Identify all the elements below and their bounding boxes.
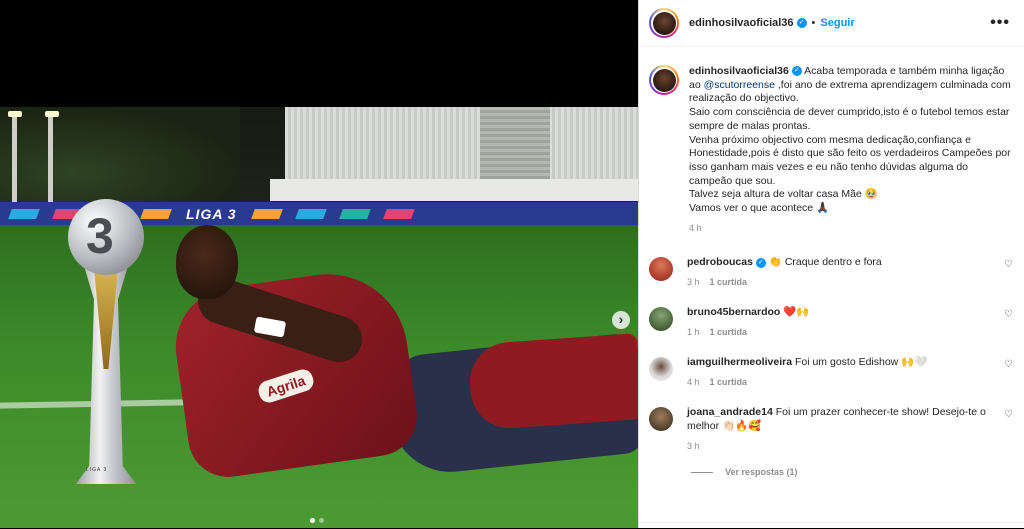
comment-item: bruno45bernardoo ❤️🙌 1 h 1 curtida ♡ (639, 305, 1024, 339)
comment-meta: 3 h 1 curtida (687, 275, 987, 289)
caption-mention-link[interactable]: @scutorreense (704, 79, 775, 91)
comment-timestamp: 3 h (687, 277, 700, 288)
ad-shape (294, 209, 327, 219)
comment-body: iamguilhermeoliveira Foi um gosto Edisho… (687, 355, 987, 389)
author-username[interactable]: edinhosilvaoficial36 (689, 17, 794, 29)
comment-body: joana_andrade14 Foi um prazer conhecer-t… (687, 405, 987, 453)
caption-text: edinhosilvaoficial36 ✓ Acaba temporada e … (689, 65, 1011, 235)
carousel-dots (310, 518, 324, 523)
chevron-right-icon: › (618, 311, 624, 327)
comment-text: Foi um gosto Edishow 🙌🤍 (794, 356, 928, 369)
caption-line: Venha próximo objectivo com mesma dedica… (689, 133, 1011, 187)
lamp-light (8, 111, 22, 117)
verified-badge-icon: ✓ (796, 18, 807, 28)
more-options-icon[interactable]: ••• (990, 14, 1010, 32)
comment-item: iamguilhermeoliveira Foi um gosto Edisho… (639, 355, 1024, 389)
avatar-image (652, 68, 676, 92)
comment-meta: 4 h 1 curtida (687, 375, 987, 389)
commenter-avatar[interactable] (649, 257, 673, 282)
heart-icon[interactable]: ♡ (1004, 259, 1013, 270)
commenter-avatar[interactable] (649, 357, 673, 382)
ad-shape (250, 209, 283, 219)
follow-button[interactable]: Seguir (820, 17, 854, 29)
stadium-wall (270, 179, 638, 201)
verified-badge-icon: ✓ (791, 66, 802, 77)
ad-shape (382, 209, 415, 219)
heart-icon[interactable]: ♡ (1004, 309, 1013, 320)
replies-divider (691, 471, 713, 473)
view-replies-label: Ver respostas (1) (725, 467, 798, 478)
commenter-username[interactable]: bruno45bernardoo (687, 306, 780, 318)
commenter-username[interactable]: pedroboucas (687, 256, 753, 268)
caption-line: Saio com consciência de dever cumprido,i… (689, 106, 1010, 132)
commenter-username[interactable]: iamguilhermeoliveira (687, 356, 792, 368)
comment-likes[interactable]: 1 curtida (710, 377, 748, 387)
comment-meta: 1 h 1 curtida (687, 325, 987, 339)
comment-text: ❤️🙌 (783, 306, 810, 319)
commenter-avatar[interactable] (649, 407, 673, 432)
comment-meta: 3 h (687, 439, 987, 453)
comment-body: pedroboucas ✓ 👏 Craque dentro e fora 3 h 1… (687, 255, 987, 289)
comment-text: 👏 Craque dentro e fora (768, 256, 882, 269)
comment-body: bruno45bernardoo ❤️🙌 1 h 1 curtida (687, 305, 987, 339)
comment-timestamp: 1 h (687, 327, 700, 338)
comment-likes[interactable]: 1 curtida (710, 277, 748, 287)
ad-shape (8, 209, 40, 219)
caption-line: Vamos ver o que acontece 🙏🏿 (689, 202, 830, 215)
comment-likes[interactable]: 1 curtida (710, 327, 748, 337)
ad-shape (338, 209, 371, 219)
lamp-post (48, 115, 53, 205)
commenter-avatar[interactable] (649, 307, 673, 332)
lamp-post (12, 115, 17, 205)
player-head (176, 225, 238, 299)
post-header: edinhosilvaoficial36 ✓ • Seguir ••• (639, 0, 1024, 47)
comment-timestamp: 4 h (687, 377, 700, 388)
avatar-frame (651, 10, 677, 36)
post-media: LIGA 3 3 LIGA 3 Agrila › (0, 0, 638, 528)
avatar-image (652, 11, 676, 35)
trophy-number: 3 (86, 208, 114, 264)
avatar-frame (651, 67, 677, 93)
caption-username[interactable]: edinhosilvaoficial36 (689, 65, 789, 77)
post-photo: LIGA 3 3 LIGA 3 Agrila (0, 107, 638, 528)
trophy-label: LIGA 3 (86, 467, 108, 473)
ad-text: LIGA 3 (186, 206, 237, 222)
caption-line: Talvez seja altura de voltar casa Mãe 🥹 (689, 188, 878, 201)
carousel-dot (319, 518, 324, 523)
trophy: 3 LIGA 3 (64, 199, 148, 484)
author-avatar[interactable] (649, 8, 679, 38)
view-replies-button[interactable]: Ver respostas (1) (691, 467, 1024, 477)
stadium-stairs (480, 107, 550, 185)
caption-author-avatar[interactable] (649, 65, 679, 95)
post-caption: edinhosilvaoficial36 ✓ Acaba temporada e … (639, 47, 1024, 235)
player-socks (467, 333, 638, 431)
comment-timestamp: 3 h (687, 441, 700, 452)
comments-scroll-area[interactable]: edinhosilvaoficial36 ✓ Acaba temporada e … (639, 47, 1024, 528)
post-dialog: LIGA 3 3 LIGA 3 Agrila › edinhosilvaofic… (0, 0, 1024, 528)
carousel-dot-active (310, 518, 315, 523)
commenter-username[interactable]: joana_andrade14 (687, 406, 773, 418)
heart-icon[interactable]: ♡ (1004, 359, 1013, 370)
lamp-light (45, 111, 59, 117)
next-image-button[interactable]: › (612, 311, 630, 329)
stadium-stands (285, 107, 638, 185)
post-side-panel: edinhosilvaoficial36 ✓ • Seguir ••• edin… (638, 0, 1024, 528)
caption-timestamp: 4 h (689, 222, 702, 233)
heart-icon[interactable]: ♡ (1004, 409, 1013, 420)
separator-dot: • (811, 17, 816, 29)
verified-badge-icon: ✓ (755, 257, 766, 268)
comment-item: pedroboucas ✓ 👏 Craque dentro e fora 3 h 1… (639, 255, 1024, 289)
comment-item: joana_andrade14 Foi um prazer conhecer-t… (639, 405, 1024, 453)
